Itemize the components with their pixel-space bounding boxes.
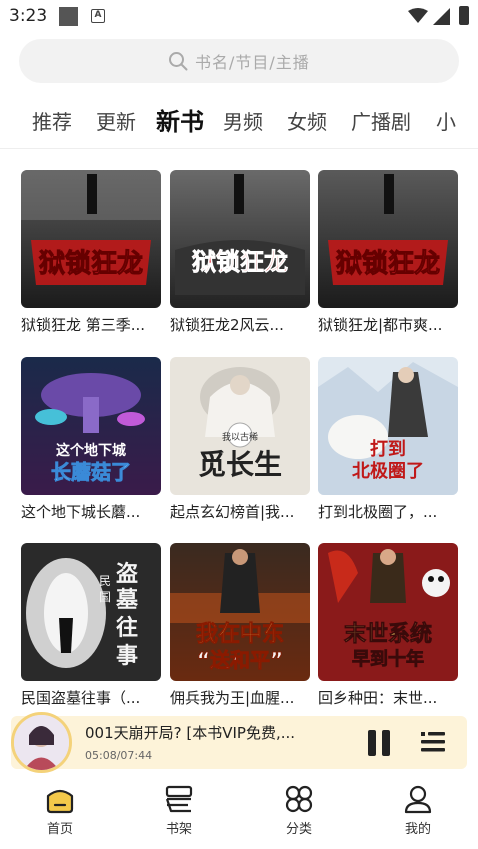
wifi-icon <box>408 8 428 23</box>
app-notification-icon: A <box>91 9 105 23</box>
playlist-icon[interactable] <box>421 730 445 754</box>
book-title: 这个地下城长蘑... <box>21 503 141 521</box>
book-card[interactable]: 盗 墓 往 事 民 国 民国盗墓往事（... <box>21 543 161 708</box>
svg-text:往: 往 <box>116 615 138 641</box>
tab-male[interactable]: 男频 <box>223 100 263 144</box>
tab-updates[interactable]: 更新 <box>96 100 136 144</box>
book-title: 佣兵我为王|血腥... <box>170 689 295 707</box>
nav-bookshelf[interactable]: 书架 <box>139 784 219 837</box>
mini-player[interactable]: 001天崩开局? [本书VIP免费,... 05:08/07:44 <box>11 712 467 773</box>
battery-icon <box>459 6 469 25</box>
book-cover-title: 狱锁狂龙 <box>192 248 288 276</box>
svg-text:事: 事 <box>116 643 138 669</box>
tab-recommend[interactable]: 推荐 <box>32 100 72 144</box>
home-icon <box>46 789 74 814</box>
svg-text:北极圈了: 北极圈了 <box>352 461 424 482</box>
book-cover[interactable]: 盗 墓 往 事 民 国 <box>21 543 161 681</box>
svg-text:墓: 墓 <box>115 587 139 613</box>
tabs-divider <box>0 148 478 149</box>
book-card[interactable]: 狱锁狂龙 狱锁狂龙|都市爽... <box>318 170 458 335</box>
book-title: 狱锁狂龙2风云... <box>170 316 284 334</box>
nav-bookshelf-label: 书架 <box>165 822 192 837</box>
book-card[interactable]: 狱锁狂龙 狱锁狂龙 第三季... <box>21 170 161 335</box>
tab-more[interactable]: 小 <box>436 100 456 144</box>
book-title: 打到北极圈了，... <box>318 503 438 521</box>
tab-female[interactable]: 女频 <box>287 100 327 144</box>
search-icon <box>169 52 188 71</box>
svg-text:我在中东: 我在中东 <box>196 621 284 647</box>
search-bar[interactable]: 书名/节目/主播 <box>19 39 459 83</box>
status-bar: 3:23 A <box>0 0 478 32</box>
svg-text:末世系统: 末世系统 <box>344 621 432 647</box>
category-icon <box>285 785 313 813</box>
player-cover[interactable] <box>11 712 72 773</box>
category-tabs: 推荐 更新 新书 男频 女频 广播剧 小 <box>0 100 478 146</box>
book-card[interactable]: 我以古稀 觅长生 起点玄幻榜首|我... <box>170 357 310 522</box>
svg-text:民: 民 <box>99 574 111 588</box>
book-card[interactable]: 打到 北极圈了 打到北极圈了，... <box>318 357 458 522</box>
signal-icon <box>433 8 450 25</box>
book-cover[interactable]: 狱锁狂龙 <box>21 170 161 308</box>
svg-text:早到十年: 早到十年 <box>352 648 424 670</box>
book-cover[interactable]: 打到 北极圈了 <box>318 357 458 495</box>
svg-text:国: 国 <box>99 590 111 604</box>
nav-home[interactable]: 首页 <box>20 784 100 837</box>
book-cover-title: 狱锁狂龙 <box>336 248 440 279</box>
nav-profile-label: 我的 <box>404 822 431 837</box>
book-cover-title: 狱锁狂龙 <box>39 248 143 279</box>
book-title: 狱锁狂龙|都市爽... <box>318 316 443 334</box>
book-title: 起点玄幻榜首|我... <box>170 503 295 521</box>
player-title: 001天崩开局? [本书VIP免费,... <box>85 724 296 742</box>
book-card[interactable]: 这个地下城 长蘑菇了 这个地下城长蘑... <box>21 357 161 522</box>
book-cover[interactable]: 狱锁狂龙 <box>170 170 310 308</box>
nav-profile[interactable]: 我的 <box>378 784 458 837</box>
bookshelf-icon <box>165 785 193 813</box>
nav-category-label: 分类 <box>285 822 312 837</box>
notification-icon <box>59 7 78 26</box>
nav-home-label: 首页 <box>46 822 73 837</box>
pause-button[interactable] <box>366 730 392 756</box>
book-cover[interactable]: 狱锁狂龙 <box>318 170 458 308</box>
svg-text:我以古稀: 我以古稀 <box>222 431 258 443</box>
book-title: 狱锁狂龙 第三季... <box>21 316 146 334</box>
svg-text:盗: 盗 <box>116 561 138 587</box>
tab-radio-drama[interactable]: 广播剧 <box>351 100 411 144</box>
bottom-nav: 首页 书架 分类 我的 <box>0 780 478 849</box>
book-card[interactable]: 我在中东 “送和平” 佣兵我为王|血腥... <box>170 543 310 708</box>
player-time: 05:08/07:44 <box>85 749 153 762</box>
svg-text:打到: 打到 <box>370 438 406 460</box>
search-placeholder: 书名/节目/主播 <box>195 53 310 72</box>
book-title: 回乡种田：末世... <box>318 689 438 707</box>
nav-category[interactable]: 分类 <box>259 784 339 837</box>
book-title: 民国盗墓往事（... <box>21 689 141 707</box>
book-cover[interactable]: 末世系统 早到十年 <box>318 543 458 681</box>
status-time: 3:23 <box>9 6 48 26</box>
svg-text:长蘑菇了: 长蘑菇了 <box>51 460 131 484</box>
tab-new-books[interactable]: 新书 <box>156 100 204 144</box>
book-card[interactable]: 末世系统 早到十年 回乡种田：末世... <box>318 543 458 708</box>
book-cover[interactable]: 我以古稀 觅长生 <box>170 357 310 495</box>
book-cover[interactable]: 我在中东 “送和平” <box>170 543 310 681</box>
book-cover[interactable]: 这个地下城 长蘑菇了 <box>21 357 161 495</box>
svg-text:“送和平”: “送和平” <box>197 648 283 672</box>
book-card[interactable]: 狱锁狂龙 狱锁狂龙2风云... <box>170 170 310 335</box>
svg-text:这个地下城: 这个地下城 <box>56 442 126 459</box>
profile-icon <box>404 785 432 814</box>
svg-text:觅长生: 觅长生 <box>198 448 282 481</box>
